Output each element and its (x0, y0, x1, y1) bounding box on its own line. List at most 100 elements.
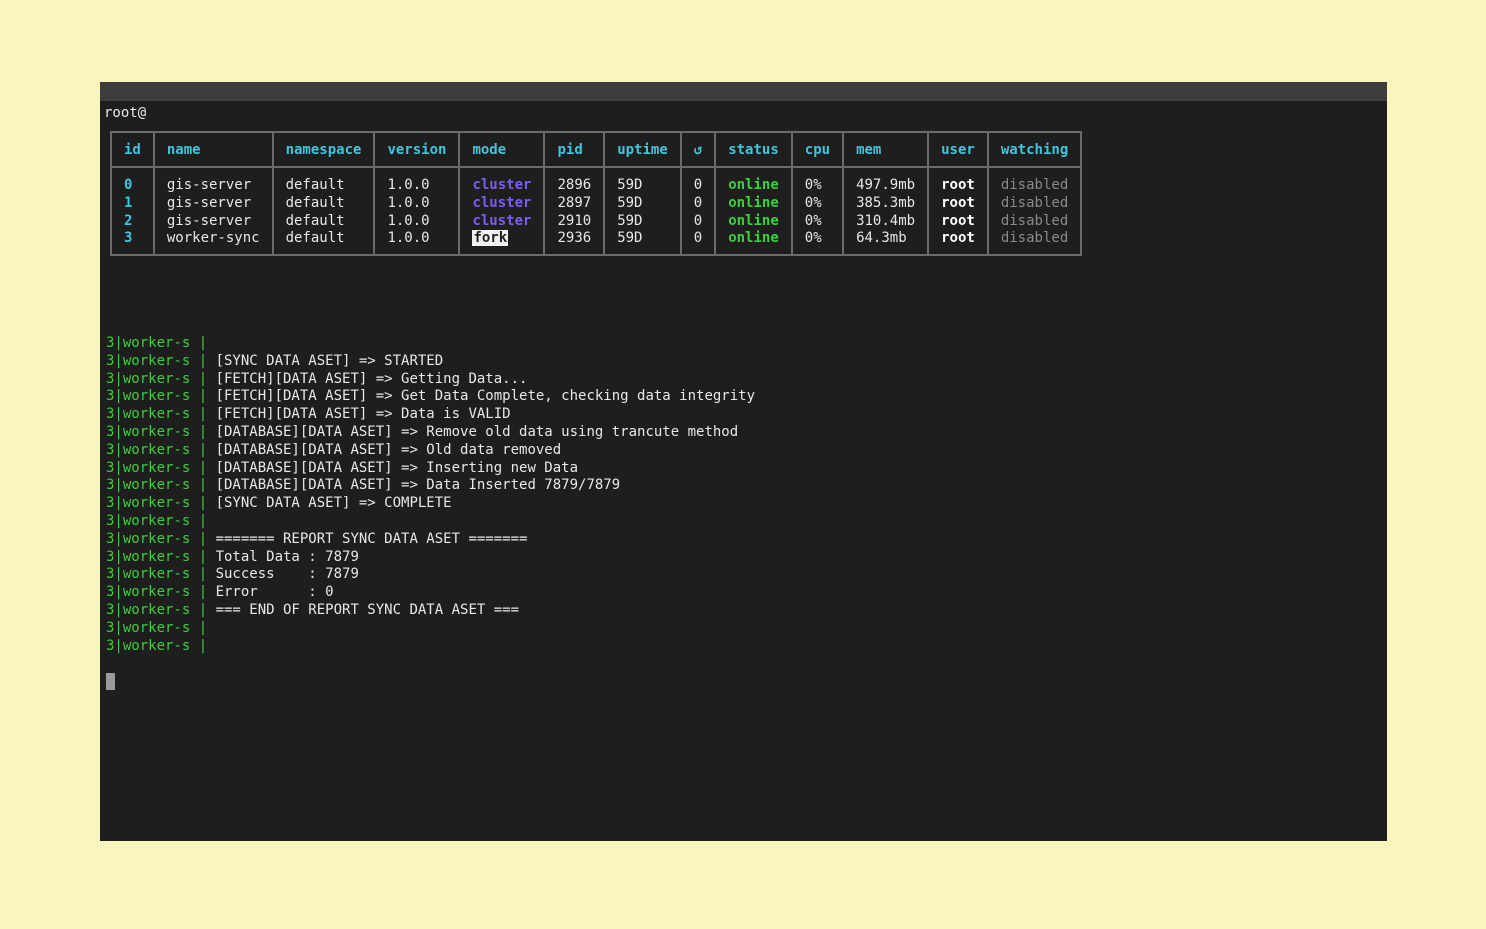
cell-pid: 2897 (543, 194, 606, 213)
log-message: Error : 0 (215, 584, 334, 601)
log-message: [FETCH][DATA ASET] => Data is VALID (215, 406, 511, 423)
log-line: 3|worker-s | [DATABASE][DATA ASET] => Ol… (106, 442, 755, 460)
log-line: 3|worker-s | [SYNC DATA ASET] => COMPLET… (106, 495, 755, 513)
cell-namespace: default (271, 212, 376, 231)
cell-version: 1.0.0 (373, 230, 461, 255)
log-prefix: 3|worker-s | (106, 370, 216, 387)
cell-cpu: 0% (790, 194, 845, 213)
cell-restarts: 0 (679, 194, 717, 213)
log-prefix: 3|worker-s | (106, 477, 216, 494)
cell-mode: cluster (458, 167, 546, 195)
mode-badge: fork (472, 230, 509, 247)
cell-version: 1.0.0 (373, 212, 461, 231)
cell-user: root (927, 194, 989, 213)
cell-status: online (714, 212, 793, 231)
cell-uptime: 59D (603, 230, 682, 255)
cell-watching: disabled (986, 212, 1083, 231)
log-prefix: 3|worker-s | (106, 566, 216, 583)
cell-mem: 385.3mb (842, 194, 930, 213)
terminal-cursor (106, 673, 115, 690)
log-line: 3|worker-s | (106, 638, 755, 656)
terminal-titlebar[interactable] (100, 82, 1387, 101)
cell-restarts: 0 (679, 230, 717, 255)
cell-watching: disabled (986, 194, 1083, 213)
cell-id: 3 (110, 230, 155, 255)
log-message: [SYNC DATA ASET] => STARTED (215, 352, 444, 369)
log-message: Success : 7879 (215, 566, 359, 583)
cell-version: 1.0.0 (373, 167, 461, 195)
log-prefix: 3|worker-s | (106, 495, 216, 512)
header-namespace: namespace (271, 132, 376, 168)
log-prefix: 3|worker-s | (106, 637, 216, 654)
cell-uptime: 59D (603, 167, 682, 195)
header-watching: watching (986, 132, 1083, 168)
log-message: [DATABASE][DATA ASET] => Old data remove… (215, 441, 562, 458)
header-version: version (373, 132, 461, 168)
cell-mode: cluster (458, 212, 546, 231)
terminal-window[interactable]: root@ id name namespace version mode pid… (100, 82, 1387, 841)
log-message: ======= REPORT SYNC DATA ASET ======= (215, 530, 528, 547)
log-line: 3|worker-s | (106, 513, 755, 531)
log-line: 3|worker-s | [SYNC DATA ASET] => STARTED (106, 353, 755, 371)
cell-id: 0 (110, 167, 155, 195)
log-prefix: 3|worker-s | (106, 423, 216, 440)
cell-restarts: 0 (679, 212, 717, 231)
cell-status: online (714, 230, 793, 255)
cell-user: root (927, 230, 989, 255)
log-prefix: 3|worker-s | (106, 530, 216, 547)
cell-pid: 2896 (543, 167, 606, 195)
cell-name: gis-server (152, 212, 274, 231)
log-prefix: 3|worker-s | (106, 584, 216, 601)
process-table: id name namespace version mode pid uptim… (110, 131, 1083, 256)
cell-uptime: 59D (603, 194, 682, 213)
header-status: status (714, 132, 793, 168)
log-prefix: 3|worker-s | (106, 406, 216, 423)
header-restarts: ↺ (679, 132, 717, 168)
cell-uptime: 59D (603, 212, 682, 231)
cell-name: gis-server (152, 194, 274, 213)
header-user: user (927, 132, 989, 168)
log-message: Total Data : 7879 (215, 548, 359, 565)
cell-mem: 497.9mb (842, 167, 930, 195)
log-line: 3|worker-s | [FETCH][DATA ASET] => Data … (106, 406, 755, 424)
log-output: 3|worker-s | 3|worker-s | [SYNC DATA ASE… (106, 335, 755, 655)
cell-watching: disabled (986, 230, 1083, 255)
cell-watching: disabled (986, 167, 1083, 195)
log-line: 3|worker-s | Error : 0 (106, 584, 755, 602)
table-row: 0 gis-server default 1.0.0 cluster 2896 59D 0 on… (110, 167, 1083, 195)
cell-status: online (714, 167, 793, 195)
log-line: 3|worker-s | ======= REPORT SYNC DATA AS… (106, 531, 755, 549)
cell-name: worker-sync (152, 230, 274, 255)
log-line: 3|worker-s | Success : 7879 (106, 566, 755, 584)
log-prefix: 3|worker-s | (106, 441, 216, 458)
log-line: 3|worker-s | [FETCH][DATA ASET] => Get D… (106, 388, 755, 406)
log-line: 3|worker-s | [DATABASE][DATA ASET] => In… (106, 460, 755, 478)
cell-id: 2 (110, 212, 155, 231)
header-pid: pid (543, 132, 606, 168)
header-mode: mode (458, 132, 546, 168)
cell-namespace: default (271, 230, 376, 255)
cell-cpu: 0% (790, 212, 845, 231)
log-prefix: 3|worker-s | (106, 335, 216, 351)
log-line: 3|worker-s | [DATABASE][DATA ASET] => Da… (106, 477, 755, 495)
log-message: [FETCH][DATA ASET] => Get Data Complete,… (215, 388, 756, 405)
log-prefix: 3|worker-s | (106, 619, 216, 636)
cell-user: root (927, 167, 989, 195)
table-row: 1 gis-server default 1.0.0 cluster 2897 59D 0 on… (110, 194, 1083, 213)
log-message: [DATABASE][DATA ASET] => Data Inserted 7… (215, 477, 621, 494)
cell-pid: 2936 (543, 230, 606, 255)
header-uptime: uptime (603, 132, 682, 168)
cell-mode: fork (458, 230, 546, 255)
table-row: 3 worker-sync default 1.0.0 fork 2936 59D 0 onli… (110, 230, 1083, 255)
log-line: 3|worker-s | Total Data : 7879 (106, 549, 755, 567)
cell-cpu: 0% (790, 167, 845, 195)
cell-mem: 64.3mb (842, 230, 930, 255)
cell-name: gis-server (152, 167, 274, 195)
cell-namespace: default (271, 167, 376, 195)
log-line: 3|worker-s | (106, 335, 755, 353)
log-prefix: 3|worker-s | (106, 548, 216, 565)
header-mem: mem (842, 132, 930, 168)
header-id: id (110, 132, 155, 168)
cell-status: online (714, 194, 793, 213)
header-cpu: cpu (790, 132, 845, 168)
